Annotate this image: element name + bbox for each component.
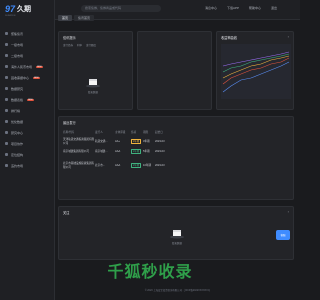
bills-icon — [5, 76, 8, 79]
yield-panel: 收益率曲线 › — [216, 31, 294, 110]
sidebar-item-optimize[interactable]: 优化数据 — [0, 116, 55, 127]
issue-panel: 最近发行 名称/代码 发行人 主体评级 债项 期限 起始日 天津轨道交通投资集团… — [58, 116, 294, 200]
customer-service-button[interactable]: 客服 — [276, 230, 290, 240]
follow-panel: 关注 › 暂无数据 — [58, 206, 294, 260]
issue-table-header: 名称/代码 发行人 主体评级 债项 期限 起始日 — [63, 131, 163, 134]
table-row[interactable]: 北京市基础设施投资集团有限公司 北京市... AAA 2年期 10年期 2023… — [63, 161, 289, 169]
help-link[interactable]: 帮助中心 — [249, 6, 261, 10]
chevron-right-icon[interactable]: › — [288, 34, 289, 39]
sidebar: 97 久期 DURATION 聚焦债讯 一级市场 二级市场 海外人民币市场 NEW… — [0, 0, 55, 300]
table-icon — [5, 98, 8, 101]
search-input[interactable]: 搜索债券、债券商品或代码 — [81, 5, 161, 12]
sidebar-item-focus[interactable]: 聚焦债讯 — [0, 28, 55, 39]
logo-mark: 97 — [5, 4, 16, 14]
sidebar-item-secondary[interactable]: 二级市场 — [0, 50, 55, 61]
ranking-icon — [5, 109, 8, 112]
tab-home[interactable]: 首页 — [58, 15, 73, 21]
logo-text: 久期 — [17, 6, 32, 13]
table-row[interactable]: 南京城建集团有限公司 南京城建... AAA 2年期 5年期 2023-03 — [63, 149, 289, 154]
message-center-link[interactable]: 消息中心 — [205, 6, 217, 10]
new-badge: NEW — [33, 76, 40, 79]
new-badge: NEW — [36, 65, 43, 68]
empty-box-icon — [86, 79, 100, 88]
sidebar-item-research[interactable]: 数据研究 — [0, 83, 55, 94]
sidebar-item-tables[interactable]: 数据表格 NEW — [0, 94, 55, 105]
news-icon — [5, 32, 8, 35]
new-badge: NEW — [27, 98, 34, 101]
empty-state: 暂无数据 — [169, 227, 185, 245]
yield-chart — [221, 44, 291, 99]
structure-icon — [5, 153, 8, 156]
sidebar-item-default[interactable]: 违约市场 — [0, 160, 55, 171]
tab-news-home[interactable]: 债讯首页 — [74, 15, 95, 21]
empty-state: 暂无数据 — [85, 76, 101, 94]
collab-icon — [5, 142, 8, 145]
table-row[interactable]: 天津轨道交通投资集团有限公司 轨道交通... AA+ 2年期 3年期 2023-… — [63, 137, 289, 145]
news-header-row: 发行债券 利率 发行额度 — [63, 44, 97, 47]
sidebar-item-center[interactable]: 研究中心 — [0, 127, 55, 138]
footer: © 2023 上海冠军投资咨询有限公司 · 沪ICP备2022XXXXXX号 — [144, 289, 211, 292]
logout-link[interactable]: 退出 — [271, 6, 277, 10]
sidebar-item-collab[interactable]: 项目协作 — [0, 138, 55, 149]
logo[interactable]: 97 久期 — [5, 4, 31, 14]
empty-box-icon — [170, 230, 184, 239]
primary-icon — [5, 43, 8, 46]
sidebar-item-offshore[interactable]: 海外人民币市场 NEW — [0, 61, 55, 72]
panel-title: 债讯提示 — [63, 36, 76, 40]
page-tabs: 首页 债讯首页 — [55, 14, 300, 22]
panel-title: 关注 — [63, 211, 70, 215]
center-icon — [5, 131, 8, 134]
sidebar-item-primary[interactable]: 一级市场 — [0, 39, 55, 50]
optimize-icon — [5, 120, 8, 123]
center-blank-panel — [137, 31, 212, 110]
panel-title: 收益率曲线 — [221, 36, 237, 40]
chevron-right-icon[interactable]: › — [288, 209, 289, 214]
sidebar-nav: 聚焦债讯 一级市场 二级市场 海外人民币市场 NEW 固收票据中心 NEW 数据研究… — [0, 28, 55, 171]
sidebar-item-ranking[interactable]: 排行榜 — [0, 105, 55, 116]
offshore-icon — [5, 65, 8, 68]
secondary-icon — [5, 54, 8, 57]
default-icon — [5, 164, 8, 167]
sidebar-item-bills[interactable]: 固收票据中心 NEW — [0, 72, 55, 83]
logo-sub: DURATION — [5, 15, 16, 17]
panel-title: 最近发行 — [63, 121, 76, 125]
news-panel: 债讯提示 发行债券 利率 发行额度 暂无数据 — [58, 31, 133, 110]
sidebar-item-structure[interactable]: 定位结构 — [0, 149, 55, 160]
research-icon — [5, 87, 8, 90]
watermark: 千狐秒收录 — [107, 264, 193, 281]
download-app-link[interactable]: 下载APP — [227, 6, 239, 10]
